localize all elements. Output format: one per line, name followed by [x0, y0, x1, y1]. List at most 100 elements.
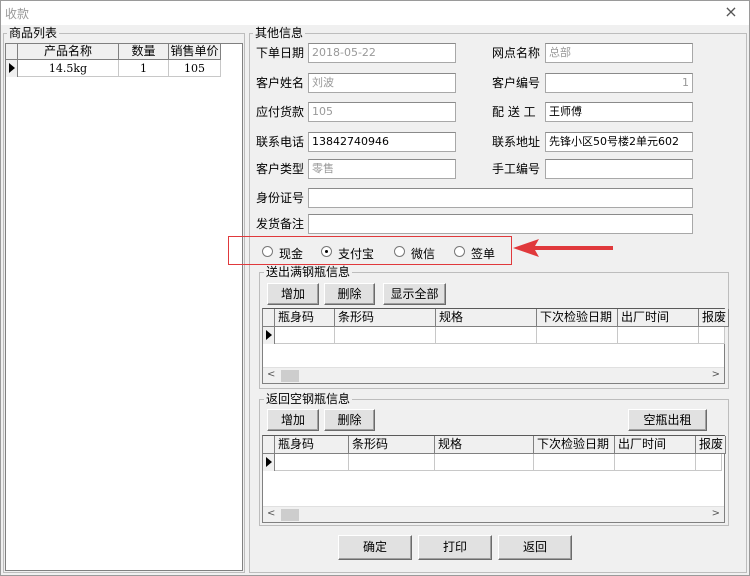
column-header[interactable]: 瓶身码 — [275, 436, 349, 454]
rent-empty-button[interactable]: 空瓶出租 — [628, 409, 707, 431]
table-cell[interactable] — [275, 454, 349, 471]
full-cylinders-grid: 瓶身码 条形码 规格 下次检验日期 出厂时间 报废 < > — [262, 308, 729, 384]
product-list-group: 商品列表 产品名称 数量 销售单价 14.5kg 1 105 — [3, 26, 245, 573]
amount-due-field[interactable]: 105 — [308, 102, 456, 122]
radio-circle — [321, 246, 332, 257]
payment-option-cash[interactable]: 现金 — [262, 244, 312, 261]
full-delete-button[interactable]: 删除 — [324, 283, 375, 305]
payment-option-wechat[interactable]: 微信 — [394, 244, 444, 261]
scroll-right-icon[interactable]: > — [712, 508, 720, 519]
table-cell[interactable] — [618, 327, 699, 344]
scroll-thumb[interactable] — [281, 509, 299, 521]
horizontal-scrollbar[interactable]: < > — [263, 506, 724, 522]
horizontal-scrollbar[interactable]: < > — [263, 367, 724, 383]
title-bar: 收款 × — [1, 1, 749, 25]
delivery-worker-label: 配 送 工 — [492, 105, 536, 119]
ok-button[interactable]: 确定 — [338, 535, 412, 560]
print-button[interactable]: 打印 — [418, 535, 492, 560]
scroll-left-icon[interactable]: < — [267, 508, 275, 519]
payment-window: 收款 × 商品列表 产品名称 数量 销售单价 14.5kg 1 105 其他信息… — [0, 0, 750, 576]
row-indicator — [263, 327, 275, 344]
ship-note-field[interactable] — [308, 214, 693, 234]
product-grid: 产品名称 数量 销售单价 14.5kg 1 105 — [5, 43, 243, 571]
table-cell[interactable]: 105 — [169, 60, 221, 77]
column-header[interactable]: 出厂时间 — [615, 436, 696, 454]
delivery-worker-field[interactable]: 王师傅 — [545, 102, 693, 122]
column-header[interactable]: 瓶身码 — [275, 309, 335, 327]
id-card-label: 身份证号 — [256, 191, 305, 205]
scroll-right-icon[interactable]: > — [712, 369, 720, 380]
column-header[interactable]: 出厂时间 — [618, 309, 699, 327]
order-date-field[interactable]: 2018-05-22 — [308, 43, 456, 63]
column-header[interactable]: 下次检验日期 — [534, 436, 615, 454]
radio-label: 微信 — [411, 247, 436, 261]
table-cell[interactable] — [275, 327, 335, 344]
customer-type-field[interactable]: 零售 — [308, 159, 456, 179]
table-cell[interactable] — [335, 327, 436, 344]
manual-no-label: 手工编号 — [492, 162, 541, 176]
radio-circle — [454, 246, 465, 257]
empty-cylinders-title: 返回空钢瓶信息 — [264, 392, 353, 406]
table-cell[interactable] — [696, 454, 722, 471]
phone-field[interactable]: 13842740946 — [308, 132, 456, 152]
payment-option-credit[interactable]: 签单 — [454, 244, 504, 261]
radio-label: 签单 — [471, 247, 496, 261]
table-cell[interactable] — [534, 454, 615, 471]
full-show-all-button[interactable]: 显示全部 — [383, 283, 446, 305]
current-row-icon — [9, 63, 15, 73]
payment-option-alipay[interactable]: 支付宝 — [321, 244, 381, 261]
column-header[interactable]: 产品名称 — [18, 44, 119, 60]
column-header[interactable]: 报废 — [699, 309, 729, 327]
table-cell[interactable] — [699, 327, 725, 344]
column-header[interactable]: 报废 — [696, 436, 726, 454]
customer-name-label: 客户姓名 — [256, 76, 305, 90]
radio-label: 现金 — [279, 247, 304, 261]
current-row-icon — [266, 457, 272, 467]
back-button[interactable]: 返回 — [498, 535, 572, 560]
empty-add-button[interactable]: 增加 — [267, 409, 319, 431]
table-cell[interactable] — [435, 454, 534, 471]
column-header[interactable]: 下次检验日期 — [537, 309, 618, 327]
scroll-left-icon[interactable]: < — [267, 369, 275, 380]
close-icon[interactable]: × — [721, 3, 741, 21]
customer-no-field[interactable]: 1 — [545, 73, 693, 93]
customer-no-label: 客户编号 — [492, 76, 541, 90]
address-field[interactable]: 先锋小区50号楼2单元602 — [545, 132, 693, 152]
empty-cylinders-grid: 瓶身码 条形码 规格 下次检验日期 出厂时间 报废 < > — [262, 435, 726, 523]
other-info-title: 其他信息 — [253, 26, 306, 40]
address-label: 联系地址 — [492, 135, 541, 149]
scroll-thumb[interactable] — [281, 370, 299, 382]
table-cell[interactable] — [436, 327, 537, 344]
id-card-field[interactable] — [308, 188, 693, 208]
column-header[interactable]: 规格 — [435, 436, 534, 454]
column-header[interactable]: 条形码 — [335, 309, 436, 327]
table-cell[interactable] — [537, 327, 618, 344]
table-cell[interactable]: 1 — [119, 60, 169, 77]
current-row-icon — [266, 330, 272, 340]
radio-circle — [262, 246, 273, 257]
order-date-label: 下单日期 — [256, 46, 305, 60]
column-header[interactable]: 条形码 — [349, 436, 435, 454]
product-list-title: 商品列表 — [7, 26, 60, 40]
table-cell[interactable] — [349, 454, 435, 471]
amount-due-label: 应付货款 — [256, 105, 305, 119]
table-cell[interactable] — [615, 454, 696, 471]
grid-corner — [6, 44, 18, 60]
phone-label: 联系电话 — [256, 135, 305, 149]
column-header[interactable]: 规格 — [436, 309, 537, 327]
customer-type-label: 客户类型 — [256, 162, 305, 176]
column-header[interactable]: 数量 — [119, 44, 169, 60]
full-add-button[interactable]: 增加 — [267, 283, 319, 305]
outlet-name-field[interactable]: 总部 — [545, 43, 693, 63]
radio-circle — [394, 246, 405, 257]
row-indicator — [6, 60, 18, 77]
column-header[interactable]: 销售单价 — [169, 44, 221, 60]
table-cell[interactable]: 14.5kg — [18, 60, 119, 77]
manual-no-field[interactable] — [545, 159, 693, 179]
radio-label: 支付宝 — [338, 247, 375, 261]
outlet-name-label: 网点名称 — [492, 46, 541, 60]
customer-name-field[interactable]: 刘波 — [308, 73, 456, 93]
ship-note-label: 发货备注 — [256, 217, 305, 231]
empty-delete-button[interactable]: 删除 — [324, 409, 375, 431]
full-cylinders-title: 送出满钢瓶信息 — [264, 265, 353, 279]
